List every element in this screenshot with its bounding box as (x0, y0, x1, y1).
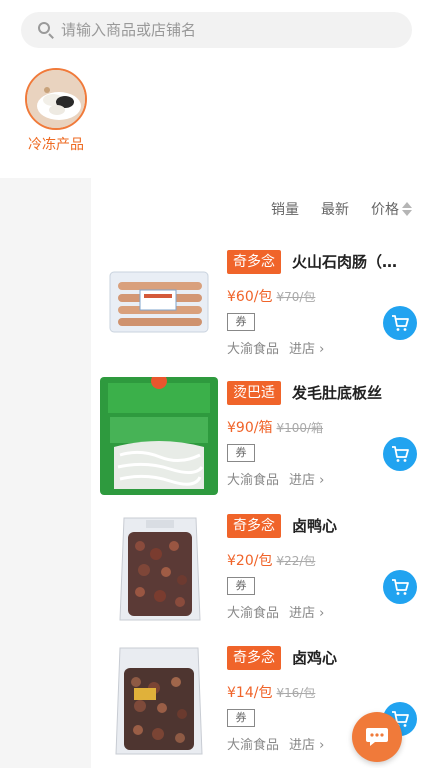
product-name[interactable]: 火山石肉肠（… (292, 250, 417, 274)
coupon-badge[interactable]: 券 (227, 313, 255, 331)
original-price: ¥16/包 (276, 686, 316, 700)
shop-name: 大渝食品 (227, 738, 280, 753)
product-image (100, 642, 218, 760)
current-price: ¥90/箱 (227, 420, 273, 436)
product-image (100, 510, 218, 628)
shop-info: 大渝食品 进店 › (227, 734, 324, 753)
shop-name: 大渝食品 (227, 342, 280, 357)
current-price: ¥14/包 (227, 685, 273, 701)
sort-bar: 销量 最新 价格 (271, 199, 412, 219)
customer-service-button[interactable] (352, 712, 402, 762)
original-price: ¥70/包 (276, 290, 316, 304)
coupon-badge[interactable]: 券 (227, 709, 255, 727)
product-item[interactable]: 烫巴适 发毛肚底板丝 ¥90/箱 ¥100/箱 券 大渝食品 进店 › (100, 377, 432, 497)
product-tag: 奇多念 (227, 646, 281, 670)
shop-info: 大渝食品 进店 › (227, 602, 324, 621)
enter-shop-link[interactable]: 进店 › (289, 606, 324, 621)
category-image (25, 68, 87, 130)
search-icon (37, 21, 55, 39)
sort-sales[interactable]: 销量 (271, 199, 299, 219)
product-item[interactable]: 奇多念 火山石肉肠（… ¥60/包 ¥70/包 券 大渝食品 进店 › (100, 246, 432, 366)
sort-newest[interactable]: 最新 (321, 199, 349, 219)
product-price: ¥90/箱 ¥100/箱 (227, 417, 323, 437)
product-tag: 奇多念 (227, 250, 281, 274)
product-item[interactable]: 奇多念 卤鸭心 ¥20/包 ¥22/包 券 大渝食品 进店 › (100, 510, 432, 630)
enter-shop-link[interactable]: 进店 › (289, 738, 324, 753)
product-image (100, 377, 218, 495)
cart-icon (392, 446, 409, 462)
app-page: 冷冻产品 销量 最新 价格 奇多念 火山石肉肠（… ¥60/包¥70/包 (0, 0, 432, 768)
coupon-badge[interactable]: 券 (227, 444, 255, 462)
add-to-cart-button[interactable] (383, 570, 417, 604)
original-price: ¥22/包 (276, 554, 316, 568)
search-input[interactable] (61, 21, 381, 39)
cart-icon (392, 579, 409, 595)
product-price: ¥20/包 ¥22/包 (227, 550, 315, 570)
product-tag: 烫巴适 (227, 381, 281, 405)
cart-icon (392, 315, 409, 331)
enter-shop-link[interactable]: 进店 › (289, 473, 324, 488)
add-to-cart-button[interactable] (383, 437, 417, 471)
product-tag: 奇多念 (227, 514, 281, 538)
shop-info: 大渝食品 进店 › (227, 338, 324, 357)
sort-price[interactable]: 价格 (371, 199, 412, 219)
current-price: ¥60/包 (227, 289, 273, 305)
shop-name: 大渝食品 (227, 473, 280, 488)
category-frozen[interactable]: 冷冻产品 (20, 68, 92, 154)
search-bar[interactable] (21, 12, 412, 48)
category-label: 冷冻产品 (28, 137, 84, 153)
sort-arrows-icon (402, 202, 412, 216)
product-image (100, 246, 218, 364)
shop-name: 大渝食品 (227, 606, 280, 621)
original-price: ¥100/箱 (276, 421, 324, 435)
coupon-badge[interactable]: 券 (227, 577, 255, 595)
add-to-cart-button[interactable] (383, 306, 417, 340)
chat-bubble-icon (366, 728, 388, 746)
shop-info: 大渝食品 进店 › (227, 469, 324, 488)
enter-shop-link[interactable]: 进店 › (289, 342, 324, 357)
product-name[interactable]: 卤鸡心 (292, 646, 417, 670)
sort-price-label: 价格 (371, 202, 399, 218)
product-price: ¥60/包 ¥70/包 (227, 286, 315, 306)
product-name[interactable]: 卤鸭心 (292, 514, 417, 538)
product-name[interactable]: 发毛肚底板丝 (292, 381, 417, 405)
current-price: ¥20/包 (227, 553, 273, 569)
product-price: ¥14/包 ¥16/包 (227, 682, 315, 702)
